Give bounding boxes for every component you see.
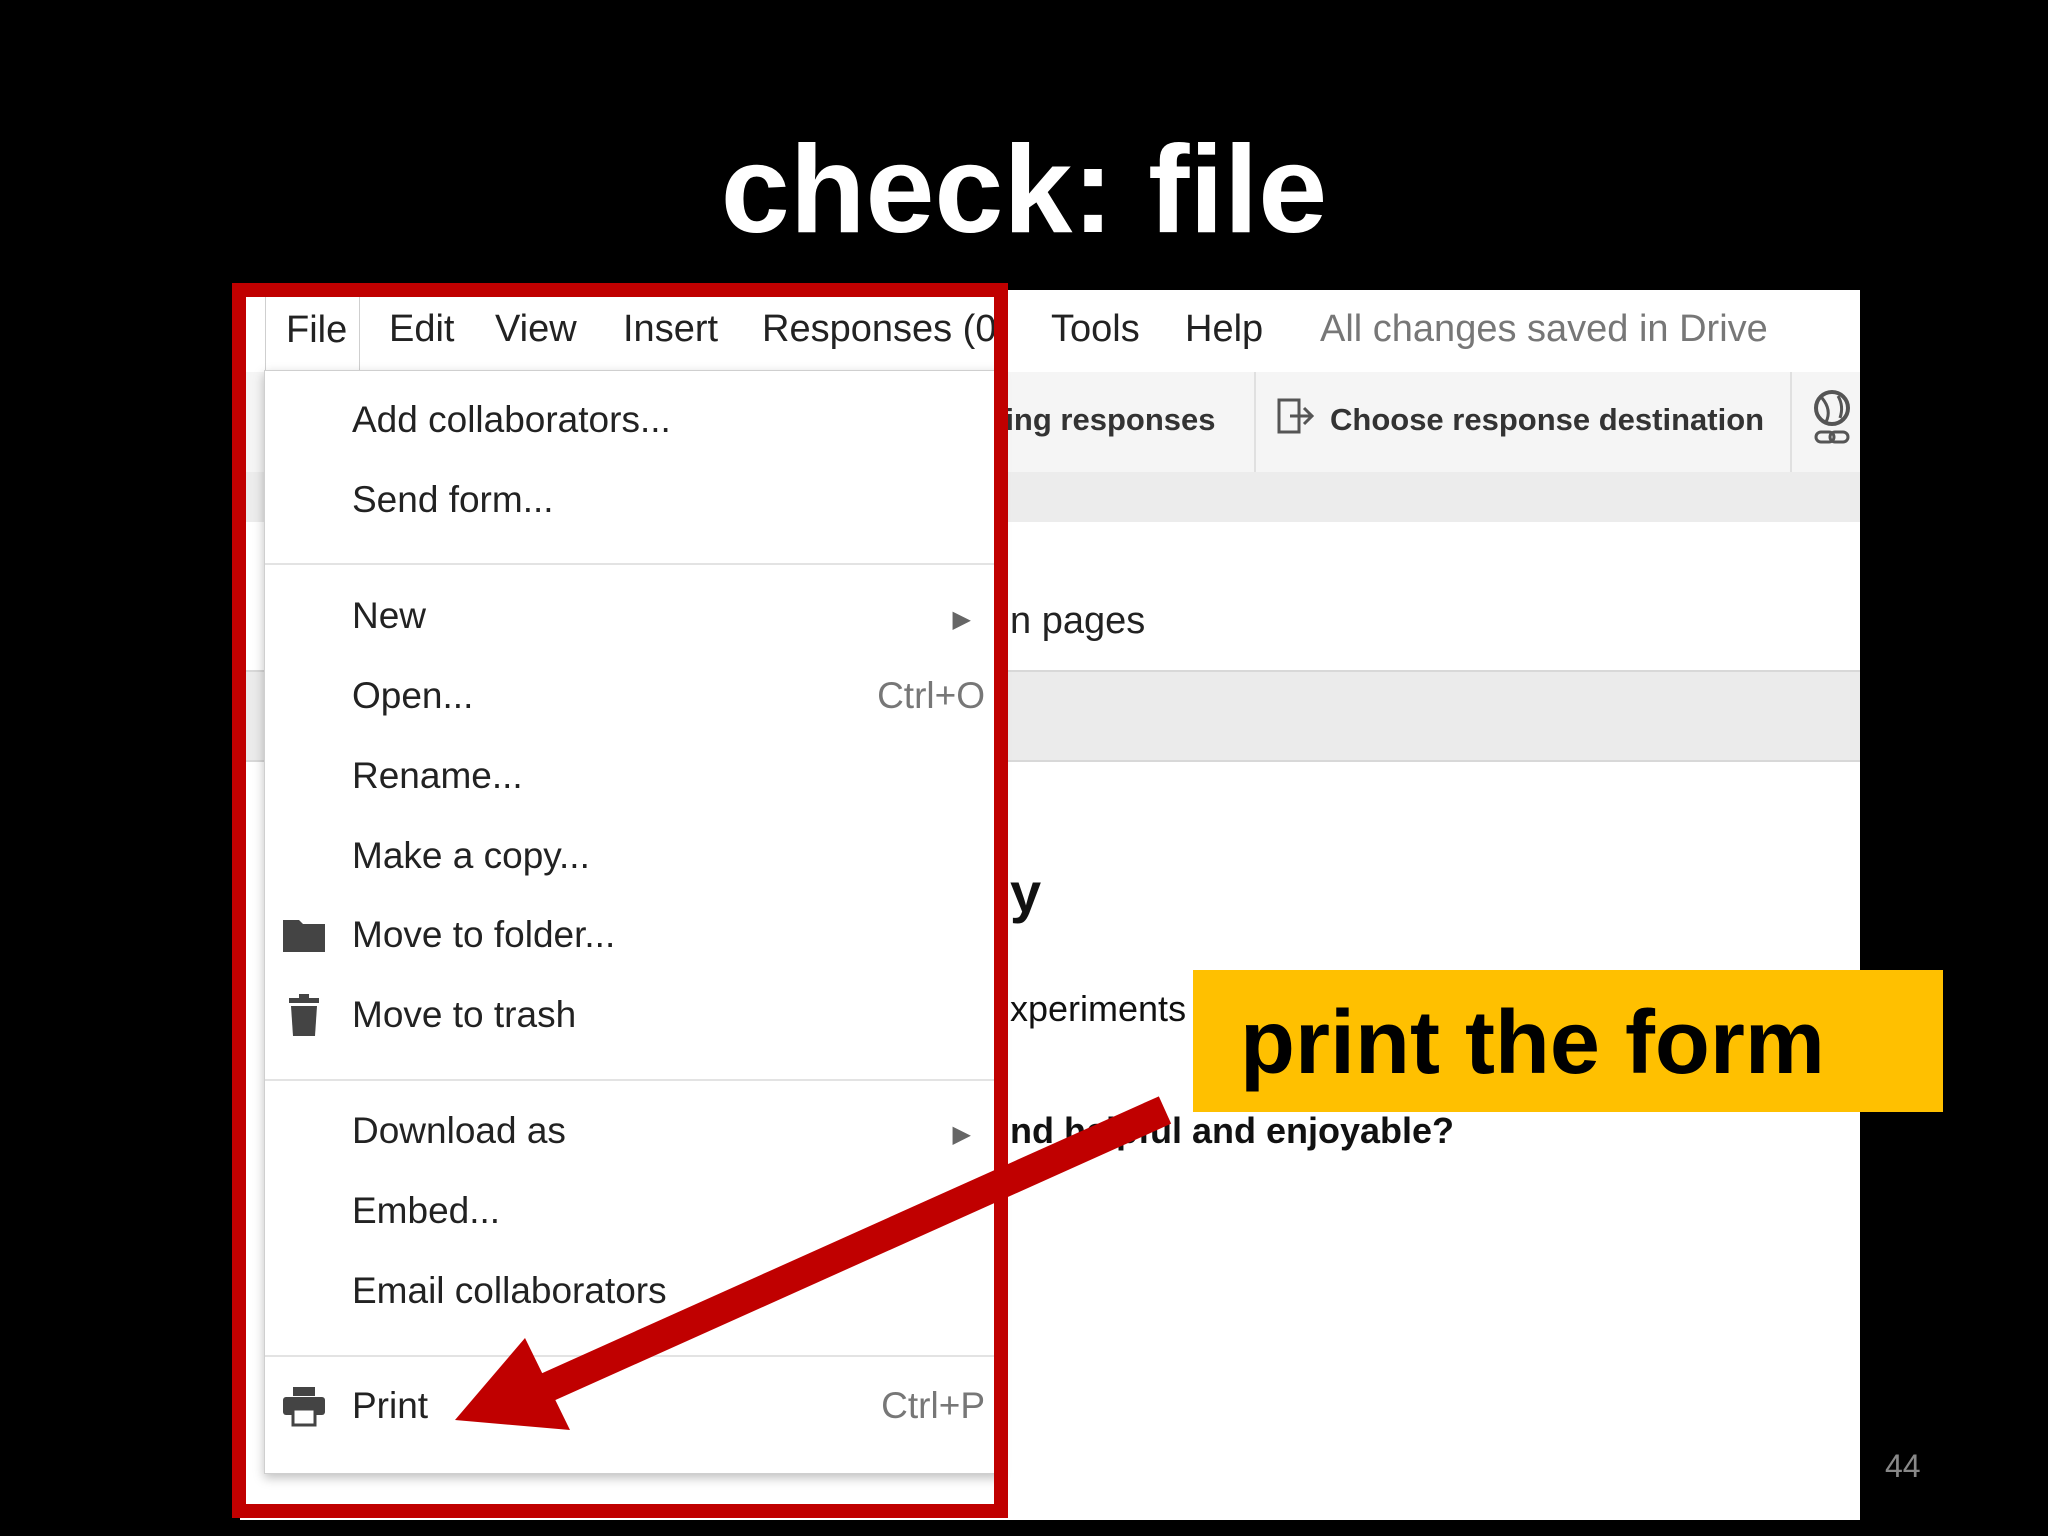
pointer-arrow [455,1096,1172,1430]
